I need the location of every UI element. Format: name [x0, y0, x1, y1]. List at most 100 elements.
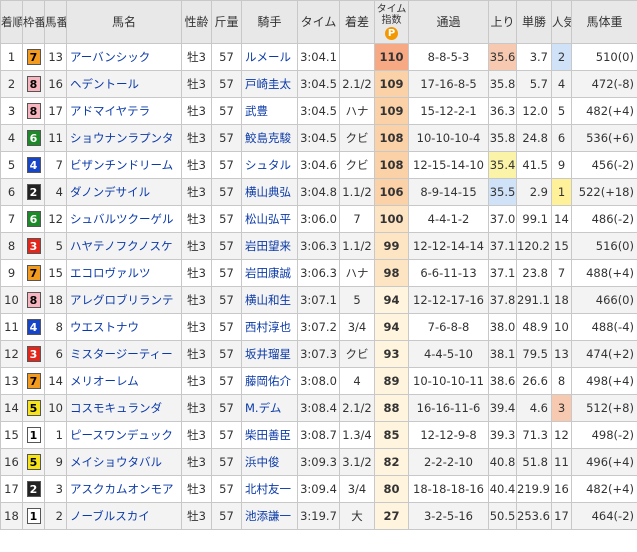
jockey-name[interactable]: 岩田康誠: [241, 259, 298, 287]
col-index[interactable]: タイム指数 P: [374, 0, 409, 44]
jockey-name-link[interactable]: 横山典弘: [245, 185, 291, 199]
col-passing[interactable]: 通過: [408, 0, 489, 44]
horse-name-link[interactable]: ミスタージーティー: [70, 347, 173, 361]
jockey-name[interactable]: 北村友一: [241, 475, 298, 503]
body-weight-cell: 486(-2): [571, 205, 637, 233]
horse-name[interactable]: ウエストナウ: [66, 313, 182, 341]
horse-name-link[interactable]: ヘデントール: [70, 77, 139, 91]
horse-name-link[interactable]: ピースワンデュック: [70, 428, 173, 442]
weight-cell: 57: [211, 502, 242, 530]
jockey-name-link[interactable]: 武豊: [245, 104, 268, 118]
horse-name-link[interactable]: アレグロブリランテ: [70, 293, 174, 307]
col-waku[interactable]: 枠番: [22, 0, 45, 44]
jockey-name-link[interactable]: 浜中俊: [245, 455, 280, 469]
col-last3f[interactable]: 上り: [488, 0, 517, 44]
horse-name[interactable]: メリオーレム: [66, 367, 182, 395]
jockey-name-link[interactable]: 北村友一: [245, 482, 291, 496]
horse-name[interactable]: ミスタージーティー: [66, 340, 182, 368]
col-margin[interactable]: 着差: [339, 0, 375, 44]
odds-cell: 24.8: [516, 124, 552, 152]
jockey-name-link[interactable]: 鮫島克駿: [245, 131, 291, 145]
jockey-name[interactable]: 浜中俊: [241, 448, 298, 476]
horse-name-link[interactable]: ダノンデサイル: [70, 185, 150, 199]
horse-name[interactable]: アーバンシック: [66, 43, 182, 71]
jockey-name[interactable]: 武豊: [241, 97, 298, 125]
col-name[interactable]: 馬名: [66, 0, 182, 44]
col-rank[interactable]: 着順: [0, 0, 23, 44]
jockey-name[interactable]: 横山和生: [241, 286, 298, 314]
col-time[interactable]: タイム: [297, 0, 340, 44]
horse-name[interactable]: ダノンデサイル: [66, 178, 182, 206]
jockey-name[interactable]: 西村淳也: [241, 313, 298, 341]
horse-name-link[interactable]: メイショウタバル: [70, 455, 162, 469]
horse-name[interactable]: ビザンチンドリーム: [66, 151, 182, 179]
horse-name-link[interactable]: アーバンシック: [70, 50, 150, 64]
jockey-name-link[interactable]: シュタル: [245, 158, 291, 172]
col-odds[interactable]: 単勝: [516, 0, 552, 44]
rank-cell: 6: [0, 178, 23, 206]
horse-name-link[interactable]: シュバルツクーゲル: [70, 212, 174, 226]
horse-name[interactable]: シュバルツクーゲル: [66, 205, 182, 233]
horse-name-link[interactable]: ハヤテノフクノスケ: [70, 239, 172, 253]
horse-name-link[interactable]: アスクカムオンモア: [70, 482, 174, 496]
jockey-name-link[interactable]: 横山和生: [245, 293, 291, 307]
jockey-name-link[interactable]: 戸崎圭太: [245, 77, 291, 91]
col-weight[interactable]: 斤量: [211, 0, 242, 44]
jockey-name-link[interactable]: 岩田康誠: [245, 266, 291, 280]
jockey-name-link[interactable]: ルメール: [245, 50, 291, 64]
col-sexage[interactable]: 性齢: [181, 0, 212, 44]
horse-name[interactable]: アドマイヤテラ: [66, 97, 182, 125]
horse-name-link[interactable]: ビザンチンドリーム: [70, 158, 173, 172]
jockey-name[interactable]: 池添謙一: [241, 502, 298, 530]
table-row: 17 2 3 アスクカムオンモア 牡3 57 北村友一 3:09.4 3/4 80 18-18-18…: [0, 475, 637, 503]
horse-name[interactable]: ピースワンデュック: [66, 421, 182, 449]
horse-name-link[interactable]: エコロヴァルツ: [70, 266, 151, 280]
horse-name[interactable]: ハヤテノフクノスケ: [66, 232, 182, 260]
jockey-name[interactable]: 横山典弘: [241, 178, 298, 206]
sexage-cell: 牡3: [181, 124, 212, 152]
horse-name[interactable]: ヘデントール: [66, 70, 182, 98]
col-jockey[interactable]: 騎手: [241, 0, 298, 44]
jockey-name[interactable]: 柴田善臣: [241, 421, 298, 449]
horse-name-link[interactable]: アドマイヤテラ: [70, 104, 150, 118]
margin-cell: 大: [339, 502, 375, 530]
horse-name[interactable]: アレグロブリランテ: [66, 286, 182, 314]
horse-name[interactable]: メイショウタバル: [66, 448, 182, 476]
col-umaban[interactable]: 馬番: [44, 0, 67, 44]
jockey-name-link[interactable]: 池添謙一: [245, 509, 291, 523]
jockey-name[interactable]: 松山弘平: [241, 205, 298, 233]
jockey-name-link[interactable]: 西村淳也: [245, 320, 291, 334]
jockey-name[interactable]: ルメール: [241, 43, 298, 71]
horse-name-link[interactable]: ノーブルスカイ: [70, 509, 150, 523]
passing-cell: 12-12-14-14: [408, 232, 489, 260]
horse-name[interactable]: ショウナンラプンタ: [66, 124, 182, 152]
jockey-name-link[interactable]: 藤岡佑介: [245, 374, 291, 388]
horse-name-link[interactable]: コスモキュランダ: [70, 401, 162, 415]
horse-name[interactable]: アスクカムオンモア: [66, 475, 182, 503]
jockey-name-link[interactable]: M.デム: [245, 401, 281, 415]
col-popularity[interactable]: 人気: [551, 0, 572, 44]
horse-name[interactable]: エコロヴァルツ: [66, 259, 182, 287]
jockey-name-link[interactable]: 松山弘平: [245, 212, 291, 226]
jockey-name[interactable]: 藤岡佑介: [241, 367, 298, 395]
umaban-cell: 18: [44, 286, 67, 314]
horse-name[interactable]: コスモキュランダ: [66, 394, 182, 422]
jockey-name[interactable]: 岩田望来: [241, 232, 298, 260]
horse-name-link[interactable]: ウエストナウ: [70, 320, 139, 334]
jockey-name-link[interactable]: 柴田善臣: [245, 428, 291, 442]
jockey-name-link[interactable]: 坂井瑠星: [245, 347, 291, 361]
index-cell: 106: [374, 178, 409, 206]
passing-cell: 12-15-14-10: [408, 151, 489, 179]
jockey-name-link[interactable]: 岩田望来: [245, 239, 291, 253]
jockey-name[interactable]: 坂井瑠星: [241, 340, 298, 368]
waku-cell: 2: [22, 178, 45, 206]
last3f-cell: 35.6: [488, 43, 517, 71]
jockey-name[interactable]: M.デム: [241, 394, 298, 422]
jockey-name[interactable]: 戸崎圭太: [241, 70, 298, 98]
col-body-weight[interactable]: 馬体重: [571, 0, 637, 44]
jockey-name[interactable]: 鮫島克駿: [241, 124, 298, 152]
horse-name[interactable]: ノーブルスカイ: [66, 502, 182, 530]
horse-name-link[interactable]: メリオーレム: [70, 374, 139, 388]
horse-name-link[interactable]: ショウナンラプンタ: [70, 131, 174, 145]
jockey-name[interactable]: シュタル: [241, 151, 298, 179]
